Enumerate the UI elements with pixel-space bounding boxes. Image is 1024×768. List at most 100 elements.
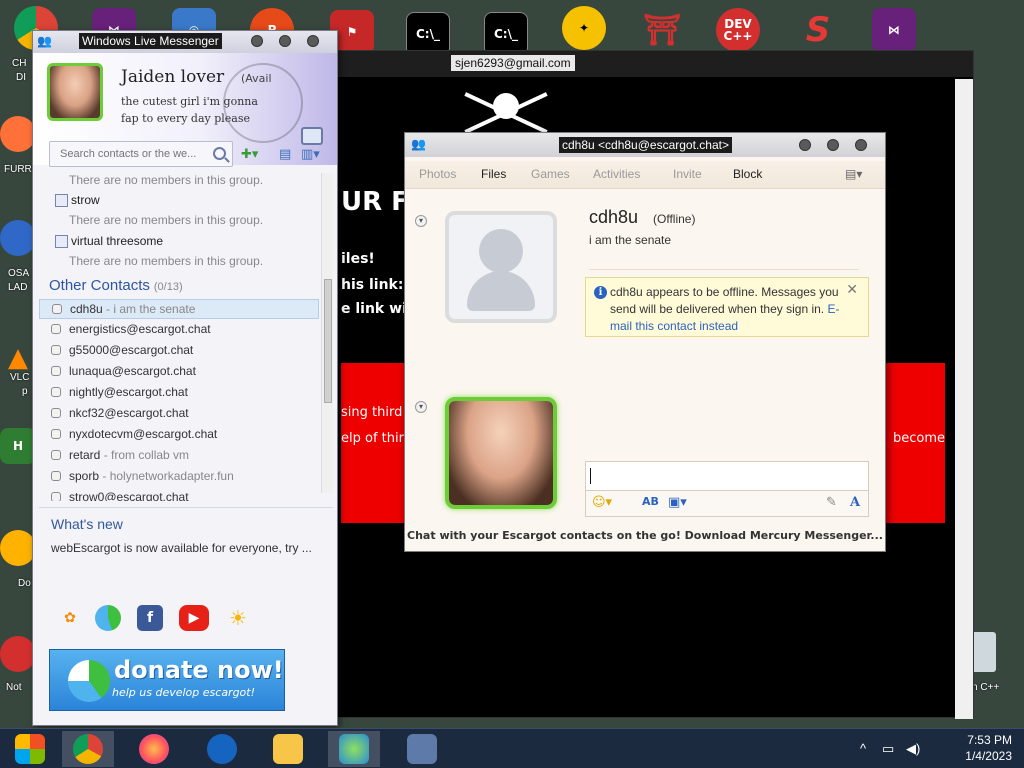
clock-time[interactable]: 7:53 PM [942,733,1012,747]
personal-message[interactable]: the cutest girl i'm gonna fap to every d… [121,93,281,127]
taskbar-firefox[interactable] [128,731,180,767]
firefox-icon [139,734,169,764]
desktop-label-do: Do [18,578,31,589]
taskbar-messenger[interactable] [328,731,380,767]
toolbar-files[interactable]: Files [481,167,506,181]
devcpp-icon-2[interactable] [0,636,36,672]
chat-minimize-button[interactable] [799,139,811,151]
toolbar-activities[interactable]: Activities [593,167,640,181]
clock-date[interactable]: 1/4/2023 [942,749,1012,763]
search-box[interactable] [49,141,233,167]
contact-row[interactable]: cdh8u - i am the senate [39,299,319,319]
desktop-label-osa: OSA [8,268,30,279]
firefox-desktop-icon[interactable] [0,116,36,152]
group-empty-text: There are no members in this group. [69,254,264,268]
start-button[interactable] [4,731,56,767]
layout-icon[interactable]: ▤ [279,147,291,162]
contact-row[interactable]: nyxdotecvm@escargot.chat [39,425,319,445]
contact-row[interactable]: strow0@escargot.chat [39,488,319,501]
youtube-icon[interactable]: ▶ [179,605,209,631]
taskbar-app[interactable] [196,731,248,767]
scrollbar-thumb[interactable] [324,279,332,403]
wink-icon[interactable]: ▣▾ [668,495,687,510]
contact-row[interactable]: lunaqua@escargot.chat [39,362,319,382]
chat-window[interactable]: 👥 cdh8u <cdh8u@escargot.chat> Photos Fil… [404,132,886,552]
search-input[interactable] [50,142,210,166]
vlc-icon[interactable]: ▲ [0,340,36,376]
network-icon[interactable]: ▭ [882,741,894,757]
desktop-label-right: n C++ [972,682,1000,693]
osaka-icon[interactable] [0,220,36,256]
toolbar-games[interactable]: Games [531,167,570,181]
taskbar-chrome[interactable] [62,731,114,767]
escargot-icon[interactable] [95,605,121,631]
chat-close-button[interactable] [855,139,867,151]
expand-arrow-icon[interactable]: ▾ [415,401,427,413]
donate-banner[interactable]: donate now! help us develop escargot! [49,649,285,711]
devcpp-icon[interactable]: DEV C++ [716,8,760,52]
contact-row[interactable]: nkcf32@escargot.chat [39,404,319,424]
h-icon[interactable]: H [0,428,36,464]
contact-name: energistics@escargot.chat [69,322,211,336]
contact-row[interactable]: retard - from collab vm [39,446,319,466]
status-selector[interactable]: (Avail [241,72,272,85]
group-header-virtual-threesome[interactable]: virtual threesome [39,232,319,252]
chat-footer-ad[interactable]: Chat with your Escargot contacts on the … [405,525,885,547]
app-icon-4[interactable]: ✦ [562,6,606,50]
browser-titlebar[interactable] [333,51,973,77]
emoticon-icon[interactable]: ☺▾ [592,495,612,510]
chat-maximize-button[interactable] [827,139,839,151]
volume-icon[interactable]: ◀) [906,741,920,757]
inbox-icon[interactable] [301,127,323,145]
maximize-button[interactable] [279,35,291,47]
contact-row[interactable]: sporb - holynetworkadapter.fun [39,467,319,487]
font-style-icon[interactable]: AB [642,495,659,508]
desktop-label-furr: FURR [4,164,32,175]
contact-row[interactable]: energistics@escargot.chat [39,320,319,340]
desktop-label-p: p [22,386,28,397]
contact-row[interactable]: g55000@escargot.chat [39,341,319,361]
messenger-titlebar[interactable]: 👥 Windows Live Messenger [33,31,337,53]
message-input[interactable] [585,461,869,491]
contact-name: nightly@escargot.chat [69,385,188,399]
contact-name: retard [69,448,101,462]
visual-studio-icon-2[interactable]: ⋈ [872,8,916,52]
shrine-icon[interactable]: ⛩ [640,8,684,52]
handwriting-icon[interactable]: ✎ [826,495,837,510]
close-button[interactable] [307,35,319,47]
header-divider [589,269,859,270]
facebook-icon[interactable]: f [137,605,163,631]
minimize-button[interactable] [251,35,263,47]
browser-scrollbar[interactable] [955,79,973,719]
add-contact-icon[interactable]: ✚▾ [241,147,258,162]
notice-close-icon[interactable]: ✕ [846,282,858,298]
contact-name: g55000@escargot.chat [69,343,194,357]
toolbar-photos[interactable]: Photos [419,167,456,181]
messenger-window[interactable]: 👥 Windows Live Messenger Jaiden lover (A… [32,30,338,726]
butterfly-icon[interactable]: ✿ [57,605,83,631]
user-avatar[interactable] [47,63,103,121]
weather-icon[interactable]: ☀ [225,605,251,631]
font-icon[interactable]: A [850,495,860,510]
other-contacts-header[interactable]: Other Contacts (0/13) [49,277,183,294]
offline-notice: i cdh8u appears to be offline. Messages … [585,277,869,337]
whats-new-text[interactable]: webEscargot is now available for everyon… [51,541,331,555]
options-icon[interactable]: ▥▾ [301,147,320,162]
app-icon-5[interactable]: S [796,8,840,52]
chat-titlebar[interactable]: 👥 cdh8u <cdh8u@escargot.chat> [405,133,885,157]
toolbar-block[interactable]: Block [733,167,762,181]
toolbar-invite[interactable]: Invite [673,167,702,181]
user-display-picture[interactable] [445,397,557,509]
toolbar-menu-icon[interactable]: ▤▾ [845,167,862,181]
taskbar-remote-app[interactable] [396,731,448,767]
contact-list[interactable]: There are no members in this group. stro… [39,171,335,501]
search-icon[interactable] [213,147,226,160]
taskbar-file-explorer[interactable] [262,731,314,767]
display-name[interactable]: Jaiden lover [121,67,224,87]
contact-list-scrollbar[interactable] [321,173,333,493]
show-hidden-icons[interactable]: ^ [860,741,866,756]
contact-row[interactable]: nightly@escargot.chat [39,383,319,403]
expand-arrow-icon[interactable]: ▾ [415,215,427,227]
group-header-strow[interactable]: strow [39,191,319,211]
app-icon-6[interactable] [0,530,36,566]
